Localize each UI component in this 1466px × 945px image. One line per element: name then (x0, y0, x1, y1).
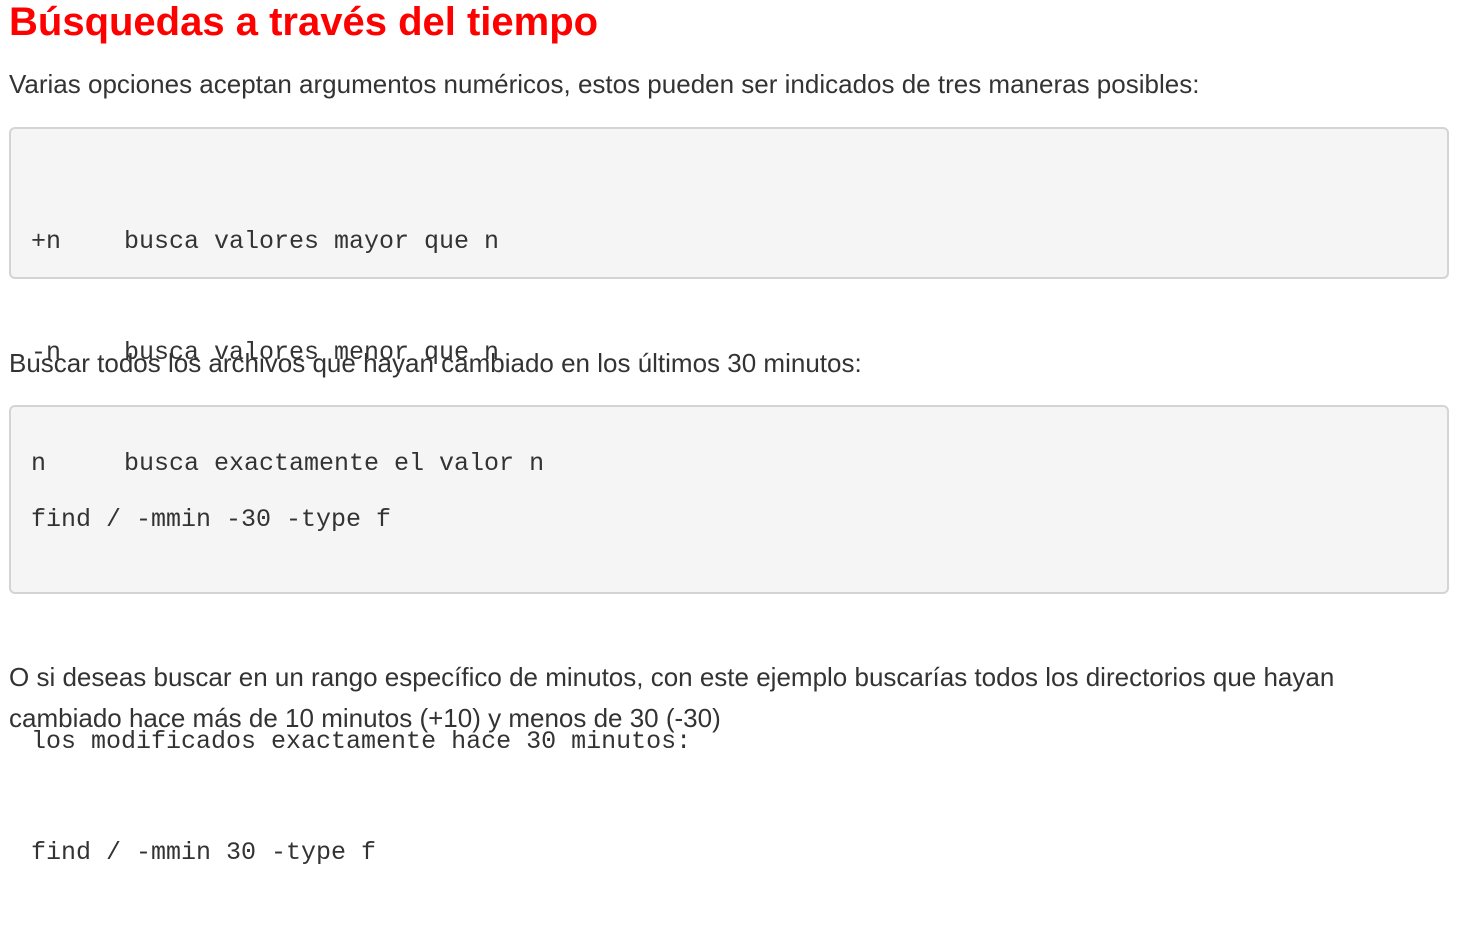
article-content: Búsquedas a través del tiempo Varias opc… (9, 0, 1449, 867)
intro-paragraph: Varias opciones aceptan argumentos numér… (9, 69, 1200, 99)
range-paragraph: O si deseas buscar en un rango específic… (9, 662, 1342, 733)
search-paragraph: Buscar todos los archivos que hayan camb… (9, 348, 862, 378)
option-description: busca valores mayor que n (124, 227, 500, 256)
section-heading: Búsquedas a través del tiempo (9, 0, 599, 44)
option-description: busca exactamente el valor n (124, 449, 545, 478)
option-line-plus: +n busca valores mayor que n (31, 223, 1427, 260)
code-line-4: find / -mmin 30 -type f (31, 838, 377, 867)
options-code-block[interactable]: +n busca valores mayor que n -n busca valo… (9, 127, 1449, 478)
code-line-1: find / -mmin -30 -type f (31, 505, 392, 534)
find-code-block[interactable]: find / -mmin -30 -type f los modificados… (9, 405, 1449, 867)
option-flag: +n (31, 227, 62, 256)
